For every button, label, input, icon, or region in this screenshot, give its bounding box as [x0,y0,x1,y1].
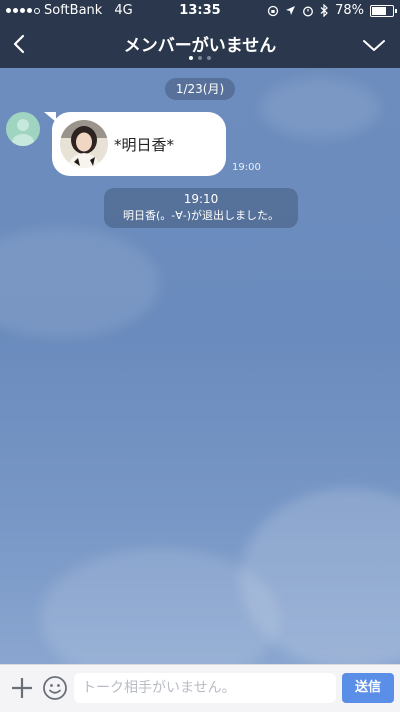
battery-fill [372,6,386,15]
page-dot [207,56,211,60]
background-cloud [260,78,380,138]
battery-percent: 78% [335,3,364,18]
background-cloud [0,228,160,338]
send-button[interactable]: 送信 [342,673,394,703]
person-photo-icon [60,120,108,168]
page-indicator [0,56,400,60]
alarm-icon [303,6,314,16]
chat-header: メンバーがいません [0,22,400,68]
default-person-icon [12,119,34,146]
rotation-lock-icon [267,5,279,16]
system-message-time: 19:10 [183,192,219,206]
profile-photo[interactable] [60,120,108,168]
message-timestamp: 19:00 [232,162,261,173]
input-bar: 送信 [0,664,400,712]
date-separator: 1/23(月) [165,78,235,100]
sender-avatar[interactable] [6,112,40,146]
page-dot [189,56,193,60]
menu-chevron-down-icon[interactable] [360,32,388,58]
message-input[interactable] [74,673,336,703]
system-message: 19:10 明日香(。-∀-)が退出しました。 [104,188,298,228]
status-bar: SoftBank 4G 13:35 78% [0,0,400,22]
chat-title: メンバーがいません [123,36,277,56]
battery-icon [370,4,397,17]
message-text: *明日香* [114,136,175,154]
location-icon [286,6,296,15]
emoji-icon[interactable] [42,675,68,701]
page-dot [198,56,202,60]
bluetooth-icon [320,4,328,17]
system-message-text: 明日香(。-∀-)が退出しました。 [122,209,280,222]
plus-icon[interactable] [10,676,34,700]
chat-area[interactable]: 1/23(月) *明日香* 19:00 19:10 明日香(。-∀-)が退出しま… [0,68,400,664]
message-bubble[interactable]: *明日香* [44,112,226,176]
